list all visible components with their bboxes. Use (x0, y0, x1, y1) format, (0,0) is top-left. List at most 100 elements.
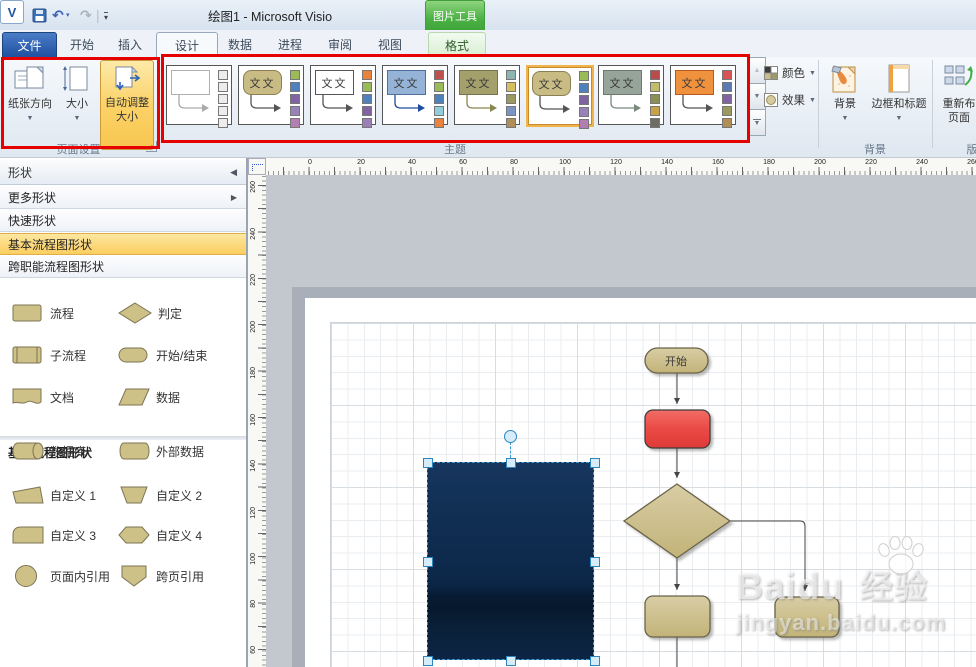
theme-shape-preview: 文文 (675, 70, 714, 95)
tab-data[interactable]: 数据 (218, 32, 262, 57)
selection-handle-e[interactable] (590, 557, 600, 567)
theme-colors-button[interactable]: 颜色 ▼ (764, 62, 816, 84)
page-setup-dialog-launcher[interactable]: ⌟ (146, 141, 157, 152)
stencil-process[interactable]: 流程 (12, 302, 74, 324)
theme-connector-preview (315, 95, 359, 119)
theme-thumbnail-7[interactable]: 文文 (598, 65, 664, 125)
custom-3-shape-icon (12, 524, 44, 546)
selection-handle-ne[interactable] (590, 458, 600, 468)
stencil-start-end[interactable]: 开始/结束 (118, 344, 207, 366)
borders-and-titles-button[interactable]: 边框和标题 ▼ (868, 60, 930, 152)
relayout-page-icon (943, 63, 975, 95)
theme-swatch (434, 118, 444, 128)
theme-swatch-column (650, 70, 660, 128)
v-ruler-label: 240 (250, 228, 257, 240)
stencil-off-page-reference[interactable]: 跨页引用 (118, 564, 204, 588)
process-node-bottom-right[interactable] (775, 597, 839, 637)
h-ruler-label: 20 (357, 159, 365, 166)
collapse-panel-icon[interactable]: ◀ (230, 167, 237, 178)
theme-thumbnail-1[interactable] (166, 65, 232, 125)
stencil-decision[interactable]: 判定 (118, 302, 182, 324)
customize-qat-icon[interactable]: ▾ (104, 12, 108, 21)
dropdown-icon: ▼ (896, 112, 903, 126)
stencil-database[interactable]: 数据库 (12, 440, 86, 462)
category-cross-functional-flowchart-shapes[interactable]: 跨职能流程图形状 (0, 256, 246, 278)
stencil-custom-2[interactable]: 自定义 2 (118, 484, 202, 506)
selection-handle-n[interactable] (506, 458, 516, 468)
stencil-data[interactable]: 数据 (118, 386, 180, 408)
theme-thumbnail-2[interactable]: 文文 (238, 65, 304, 125)
stencil-custom-4[interactable]: 自定义 4 (118, 524, 202, 546)
group-label-page-setup: 页面设置 (0, 141, 157, 157)
theme-thumbnail-5[interactable]: 文文 (454, 65, 520, 125)
category-basic-flowchart-shapes[interactable]: 基本流程图形状 (0, 233, 246, 255)
theme-swatch (722, 106, 732, 116)
data-shape-icon (118, 386, 150, 408)
process-node-bottom-left[interactable] (645, 596, 710, 637)
selection-handle-s[interactable] (506, 656, 516, 666)
document-shape-icon (12, 386, 44, 408)
rotation-handle[interactable] (504, 430, 517, 443)
tab-view[interactable]: 视图 (368, 32, 412, 57)
theme-effects-button[interactable]: 效果 ▼ (764, 89, 816, 111)
theme-swatch (650, 82, 660, 92)
theme-thumbnail-3[interactable]: 文文 (310, 65, 376, 125)
theme-swatch-column (362, 70, 372, 128)
selection-handle-w[interactable] (423, 557, 433, 567)
page-size-button[interactable]: 大小 ▼ (58, 60, 96, 152)
theme-swatch (722, 118, 732, 128)
tab-format[interactable]: 格式 (428, 32, 486, 58)
stencil-custom-3[interactable]: 自定义 3 (12, 524, 96, 546)
stencil-subprocess[interactable]: 子流程 (12, 344, 86, 366)
tab-design[interactable]: 设计 (156, 32, 218, 59)
horizontal-ruler[interactable]: 020406080100120140160180200220240260 (266, 158, 976, 176)
theme-swatch (290, 106, 300, 116)
background-icon (830, 63, 860, 95)
stencil-external-data[interactable]: 外部数据 (118, 440, 204, 462)
tab-insert[interactable]: 插入 (108, 32, 152, 57)
tab-process[interactable]: 进程 (268, 32, 312, 57)
stencil-document[interactable]: 文档 (12, 386, 74, 408)
selected-picture[interactable] (427, 462, 594, 660)
tab-file[interactable]: 文件 (2, 32, 57, 59)
theme-shape-preview: 文文 (603, 70, 642, 95)
theme-thumbnail-4[interactable]: 文文 (382, 65, 448, 125)
undo-dropdown-icon[interactable]: ▾ (66, 5, 70, 25)
tab-home[interactable]: 开始 (60, 32, 104, 57)
selection-handle-nw[interactable] (423, 458, 433, 468)
save-icon[interactable] (32, 5, 47, 25)
theme-swatch (290, 118, 300, 128)
gallery-more-icon[interactable]: ▼ (748, 109, 766, 136)
decision-node[interactable] (624, 484, 730, 558)
vertical-ruler[interactable]: 2602402202001801601401201008060 (248, 175, 267, 667)
start-node-label: 开始 (665, 354, 687, 368)
relayout-page-button[interactable]: 重新布 页面 (936, 60, 976, 152)
theme-thumbnail-6[interactable]: 文文 (526, 65, 594, 127)
red-process-node[interactable] (645, 410, 710, 448)
undo-icon[interactable]: ↶ (52, 5, 64, 25)
tab-review[interactable]: 审阅 (318, 32, 362, 57)
qat-separator: | (96, 5, 100, 25)
h-ruler-label: 40 (408, 159, 416, 166)
decision-shape-icon (118, 302, 152, 324)
theme-swatch (434, 94, 444, 104)
background-button[interactable]: 背景 ▼ (822, 60, 868, 152)
h-ruler-label: 100 (559, 159, 571, 166)
paper-orientation-button[interactable]: 纸张方向 ▼ (6, 60, 54, 152)
category-more-shapes[interactable]: 更多形状 ▶ (0, 187, 246, 209)
h-ruler-label: 240 (916, 159, 928, 166)
connector-decision-branch[interactable] (730, 521, 805, 591)
visio-app-icon[interactable]: V (0, 0, 24, 24)
category-quick-shapes[interactable]: 快速形状 (0, 210, 246, 232)
autosize-button[interactable]: 自动调整 大小 (100, 60, 154, 150)
selection-handle-sw[interactable] (423, 656, 433, 666)
selection-handle-se[interactable] (590, 656, 600, 666)
stencil-custom-1[interactable]: 自定义 1 (12, 484, 96, 506)
theme-swatch (579, 71, 589, 81)
theme-thumbnail-8[interactable]: 文文 (670, 65, 736, 125)
h-ruler-label: 260 (967, 159, 976, 166)
stencil-on-page-reference[interactable]: 页面内引用 (12, 564, 110, 588)
theme-colors-icon (764, 66, 778, 80)
drawing-canvas[interactable]: 开始 Baidu (266, 175, 976, 667)
redo-icon[interactable]: ↷ (80, 5, 92, 25)
